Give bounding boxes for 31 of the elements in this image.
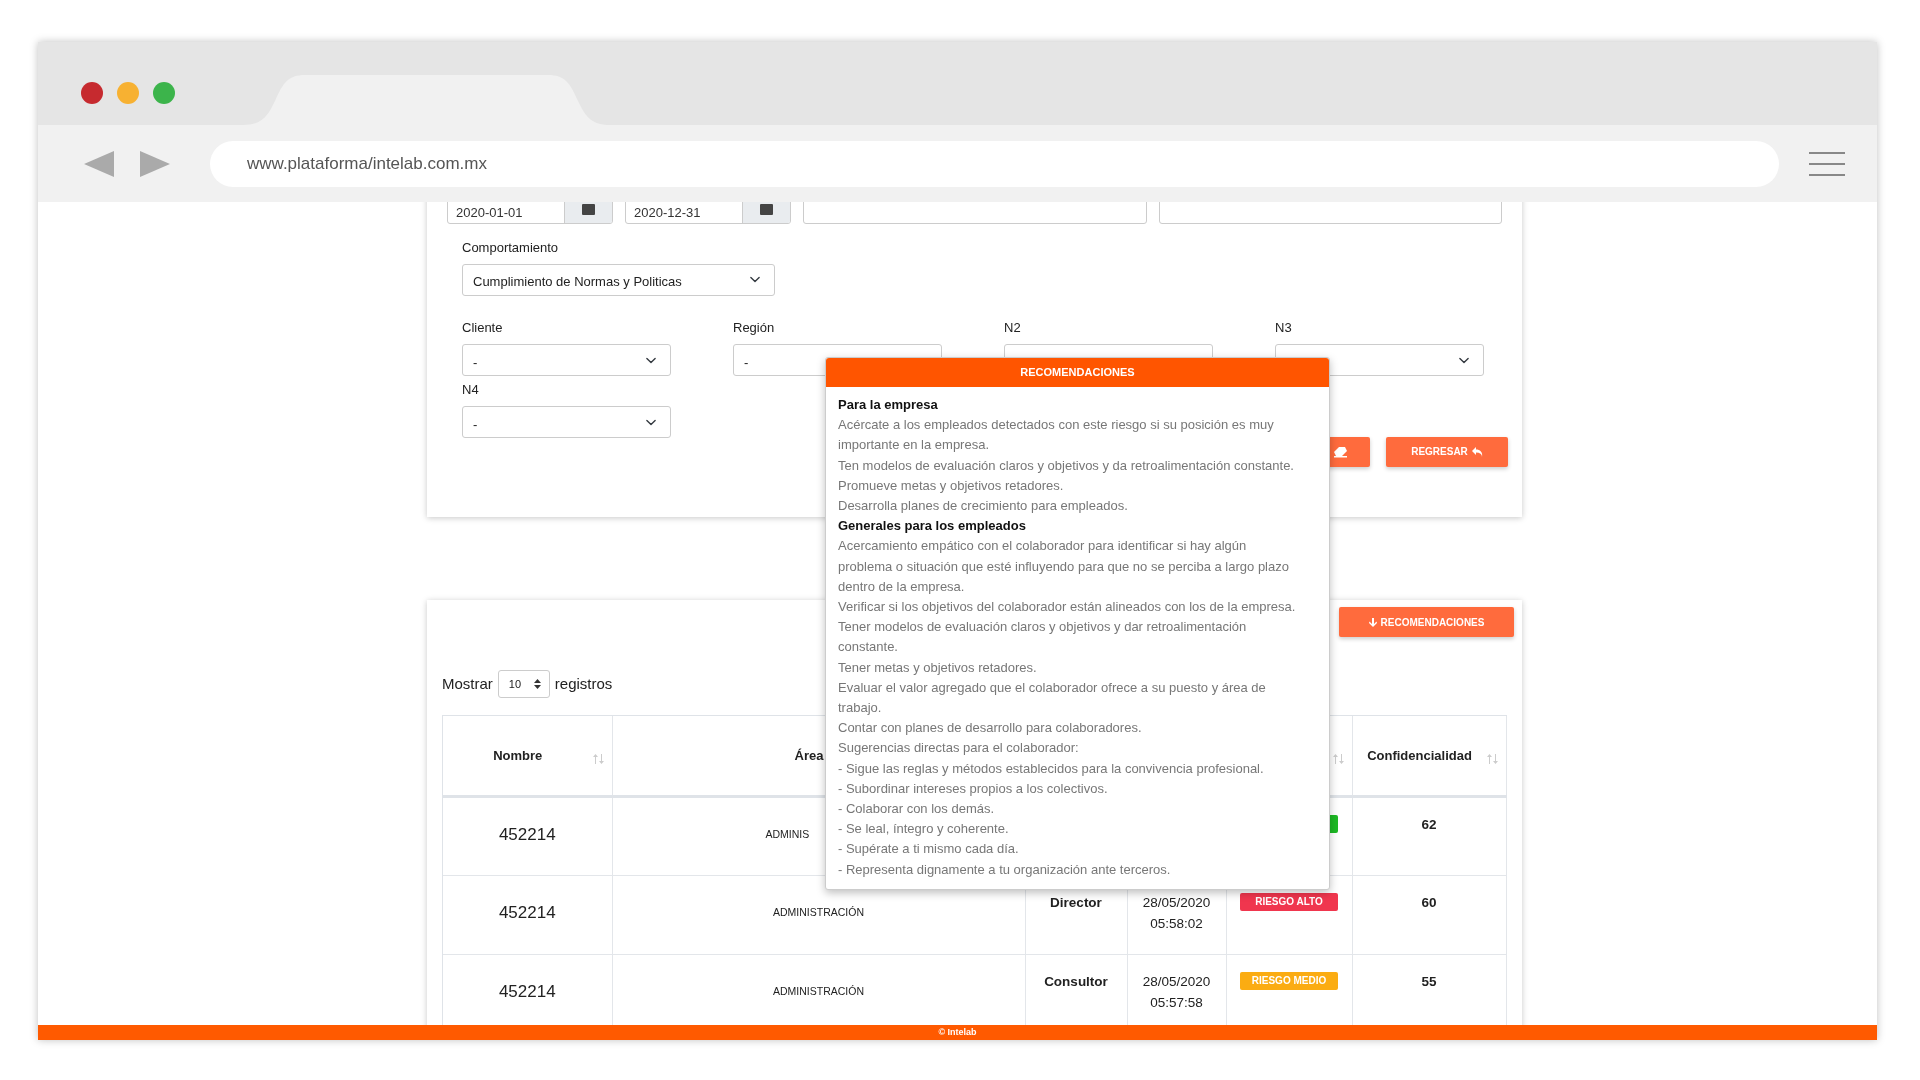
recommendation-text: Verificar si los objetivos del colaborador están alineados con los de la empresa. — [838, 598, 1297, 617]
field-label: N4 — [462, 380, 480, 399]
recommendation-text: Acercamiento empático con el colaborador para identificar si hay algún problema o situación que esté influyendo para que no se perciba a largo plazo dentro de la empresa. — [838, 537, 1290, 596]
risk-tag: RIESGO ALTO — [1240, 892, 1338, 911]
recommendation-text: - Supérate a ti mismo cada día. — [838, 840, 1020, 859]
field-label: Cliente — [462, 318, 504, 337]
recommendation-text: Evaluar el valor agregado que el colaborador ofrece a su puesto y área de trabajo. — [838, 678, 1267, 718]
recommendation-text: Desarrolla planes de crecimiento para empleados. — [838, 497, 1129, 515]
field-label: Región — [733, 318, 776, 337]
recommendation-text: Promueve metas y objetivos retadores. — [838, 476, 1065, 495]
footer-text: © Intelab — [938, 1025, 977, 1039]
risk-tag: RIESGO MEDIO — [1240, 971, 1338, 990]
table-cell: 452214 — [443, 875, 612, 954]
recommendation-text: - Colaborar con los demás. — [838, 800, 996, 819]
recommendation-text: - Se leal, íntegro y coherente. — [838, 820, 1010, 839]
field-label: N2 — [1004, 318, 1022, 337]
url-text: www.plataforma/intelab.com.mx — [247, 152, 487, 175]
recommendation-text: Acércate a los empleados detectados con este riesgo si su posición es muy importante en la empresa. — [838, 416, 1275, 455]
records-label: registros — [554, 673, 613, 694]
field-label: N3 — [1275, 318, 1293, 337]
recommendation-text: Tener metas y objetivos retadores. — [838, 658, 1038, 677]
recommendation-text: Tener modelos de evaluación claros y objetivos y dar retroalimentación constante. — [838, 618, 1248, 657]
popover-title: RECOMENDACIONES — [826, 358, 1329, 387]
table-cell: 452214 — [443, 796, 612, 875]
field-label: Comportamiento — [462, 239, 560, 257]
section-heading: Generales para los empleados — [838, 517, 1027, 536]
table-cell: 60 — [1352, 875, 1506, 954]
table-cell: 62 — [1352, 796, 1506, 875]
show-label: Mostrar — [442, 673, 493, 694]
recommendation-text: Ten modelos de evaluación claros y objetivos y da retroalimentación constante. — [838, 456, 1295, 475]
section-heading: Para la empresa — [838, 396, 939, 414]
